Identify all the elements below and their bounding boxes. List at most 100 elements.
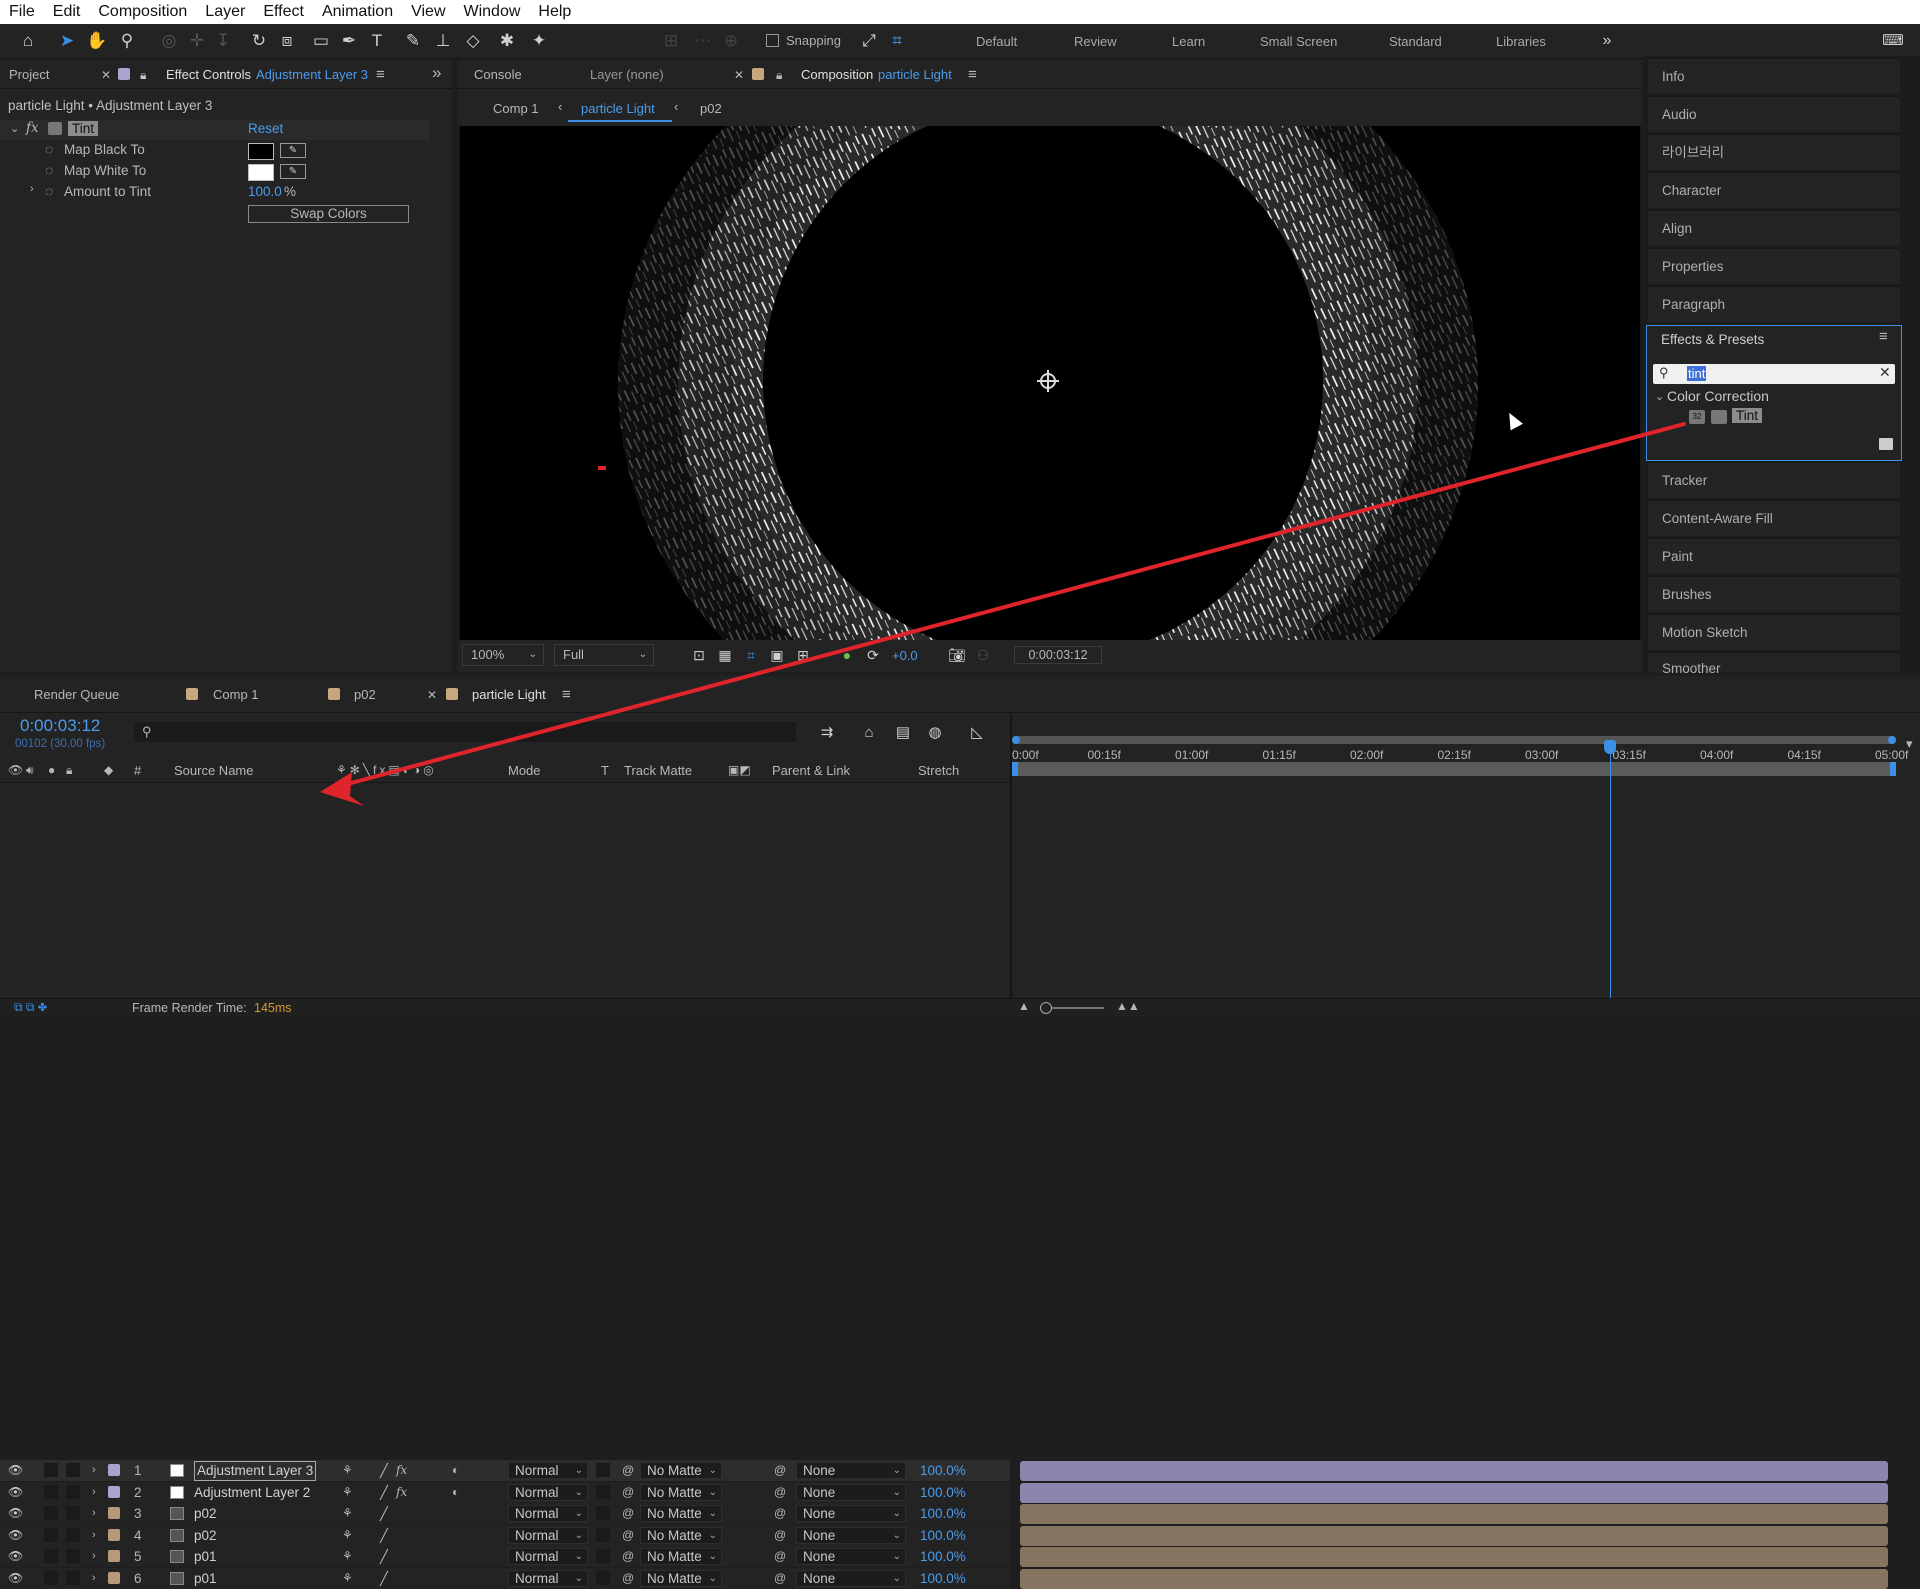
parent-dropdown[interactable]: None ⌄ (796, 1505, 906, 1522)
close-icon[interactable]: ✕ (734, 62, 744, 88)
solo-toggle[interactable] (44, 1527, 58, 1542)
transparency-grid-icon[interactable]: ▦ (714, 644, 736, 666)
preserve-transparency-toggle[interactable] (596, 1463, 610, 1477)
shy-icon[interactable]: ⚘ (342, 1460, 353, 1481)
reset-exposure-icon[interactable]: ⟳ (862, 644, 884, 666)
fx-icon[interactable]: fx (26, 120, 39, 136)
quality-icon[interactable]: ╱ (380, 1525, 388, 1546)
layer-duration-bar[interactable] (1020, 1504, 1888, 1524)
type-tool-icon[interactable]: T (366, 30, 388, 52)
track-matte-dropdown[interactable]: No Matte ⌄ (640, 1505, 722, 1522)
chevron-right-icon[interactable]: › (92, 1525, 96, 1546)
lock-icon[interactable]: 🔒︎ (140, 62, 146, 88)
panel-brushes[interactable]: Brushes (1648, 576, 1900, 612)
draft-3d-icon[interactable]: ⌂ (858, 722, 880, 744)
expand-panel-icon[interactable]: » (432, 60, 441, 86)
parent-pickwhip-icon[interactable]: @ (774, 1546, 786, 1567)
preserve-transparency-toggle[interactable] (596, 1506, 610, 1520)
lock-toggle[interactable] (66, 1463, 80, 1477)
graph-editor-icon[interactable]: ◺ (966, 722, 988, 744)
track-matte-dropdown[interactable]: No Matte ⌄ (640, 1526, 722, 1544)
stretch-value[interactable]: 100.0% (920, 1460, 966, 1481)
lock-toggle[interactable] (66, 1506, 80, 1520)
composition-name[interactable]: particle Light (878, 62, 952, 88)
label-color-swatch[interactable] (108, 1485, 120, 1498)
clone-stamp-icon[interactable]: ⊥ (432, 30, 454, 52)
snapshot-icon[interactable]: 📷︎ (946, 644, 968, 666)
axis-icon[interactable]: ⊕ (720, 30, 742, 52)
close-icon[interactable]: ✕ (427, 682, 437, 708)
map-white-swatch[interactable] (248, 164, 274, 181)
brush-tool-icon[interactable]: ✎ (402, 30, 424, 52)
layer-duration-bar[interactable] (1020, 1482, 1888, 1503)
lock-toggle[interactable] (66, 1549, 80, 1563)
menu-file[interactable]: File (0, 3, 44, 21)
label-color-swatch[interactable] (108, 1528, 120, 1541)
tab-comp1[interactable]: Comp 1 (213, 682, 259, 708)
eye-icon[interactable]: 👁︎ (8, 760, 23, 781)
preserve-transparency-toggle[interactable] (596, 1527, 610, 1542)
snapping-checkbox[interactable] (766, 34, 779, 47)
reset-link[interactable]: Reset (248, 121, 283, 136)
stretch-value[interactable]: 100.0% (920, 1568, 966, 1589)
workspace-default[interactable]: Default (976, 34, 1017, 49)
motion-blur-icon[interactable]: ◍ (924, 722, 946, 744)
map-black-swatch[interactable] (248, 143, 274, 160)
matte-pickwhip-icon[interactable]: @ (622, 1546, 634, 1567)
region-of-interest-icon[interactable]: ⊡ (688, 644, 710, 666)
panel-tracker[interactable]: Tracker (1648, 462, 1900, 498)
stretch-value[interactable]: 100.0% (920, 1482, 966, 1503)
parent-dropdown[interactable]: None ⌄ (796, 1569, 906, 1587)
eye-icon[interactable]: 👁︎ (8, 1503, 23, 1524)
layer-row[interactable]: 👁︎ › 2 Adjustment Layer 2 ⚘ ╱ fx ◐ Norma… (0, 1481, 1010, 1503)
parent-pickwhip-icon[interactable]: @ (774, 1525, 786, 1546)
track-matte-dropdown[interactable]: No Matte ⌄ (640, 1462, 722, 1479)
chevron-right-icon[interactable]: › (92, 1546, 96, 1567)
eye-icon[interactable]: 👁︎ (8, 1460, 23, 1481)
workspace-small-screen[interactable]: Small Screen (1260, 34, 1337, 49)
preserve-transparency-toggle[interactable] (596, 1549, 610, 1563)
composition-canvas[interactable] (458, 126, 1642, 640)
lock-toggle[interactable] (66, 1527, 80, 1542)
effects-search-input[interactable]: ⚲ tint ✕ (1653, 364, 1895, 384)
timeline-search-input[interactable]: ⚲ (134, 722, 796, 742)
rectangle-tool-icon[interactable]: ▭ (310, 30, 332, 52)
stopwatch-icon[interactable]: ◌ (45, 141, 53, 157)
stretch-value[interactable]: 100.0% (920, 1525, 966, 1546)
layer-name[interactable]: Adjustment Layer 3 (194, 1461, 317, 1481)
panel-content-aware-fill[interactable]: Content-Aware Fill (1648, 500, 1900, 536)
chevron-right-icon[interactable]: › (30, 183, 34, 195)
effect-name[interactable]: Tint (68, 121, 99, 136)
matte-pickwhip-icon[interactable]: @ (622, 1525, 634, 1546)
quality-icon[interactable]: ╱ (380, 1568, 388, 1589)
tab-layer[interactable]: Layer (none) (590, 62, 664, 88)
layer-name[interactable]: Adjustment Layer 2 (194, 1482, 310, 1503)
panel-motion-sketch[interactable]: Motion Sketch (1648, 614, 1900, 650)
panel-menu-icon[interactable]: ≡ (1879, 328, 1888, 345)
quality-icon[interactable]: ╱ (380, 1503, 388, 1524)
layer-name[interactable]: p02 (194, 1525, 217, 1546)
panel-smoother[interactable]: Smoother (1648, 652, 1900, 676)
layer-row[interactable]: 👁︎ › 4 p02 ⚘ ╱ Normal ⌄ @ No Matte ⌄ @ Non… (0, 1524, 1010, 1546)
parent-dropdown[interactable]: None ⌄ (796, 1548, 906, 1565)
parent-pickwhip-icon[interactable]: @ (774, 1568, 786, 1589)
workspace-libraries[interactable]: Libraries (1496, 34, 1546, 49)
matte-pickwhip-icon[interactable]: @ (622, 1568, 634, 1589)
effect-result-tint[interactable]: Tint (1732, 408, 1763, 423)
zoom-tool-icon[interactable]: ⚲ (116, 30, 138, 52)
breadcrumb-p02[interactable]: p02 (700, 96, 722, 122)
chevron-right-icon[interactable]: › (92, 1568, 96, 1589)
zoom-out-icon[interactable]: ▲ (1018, 999, 1030, 1013)
label-color-swatch[interactable] (108, 1464, 120, 1476)
guides-icon[interactable]: ▣ (766, 644, 788, 666)
mode-dropdown[interactable]: Normal ⌄ (508, 1548, 588, 1565)
label-color-swatch[interactable] (108, 1571, 120, 1584)
layer-duration-bar[interactable] (1020, 1568, 1888, 1589)
tab-p02[interactable]: p02 (354, 682, 376, 708)
eraser-tool-icon[interactable]: ◇ (462, 30, 484, 52)
category-color-correction[interactable]: Color Correction (1667, 388, 1769, 404)
track-matte-dropdown[interactable]: No Matte ⌄ (640, 1569, 722, 1587)
parent-dropdown[interactable]: None ⌄ (796, 1483, 906, 1501)
rotate-tool-icon[interactable]: ↻ (248, 30, 270, 52)
home-icon[interactable]: ⌂ (17, 30, 39, 52)
